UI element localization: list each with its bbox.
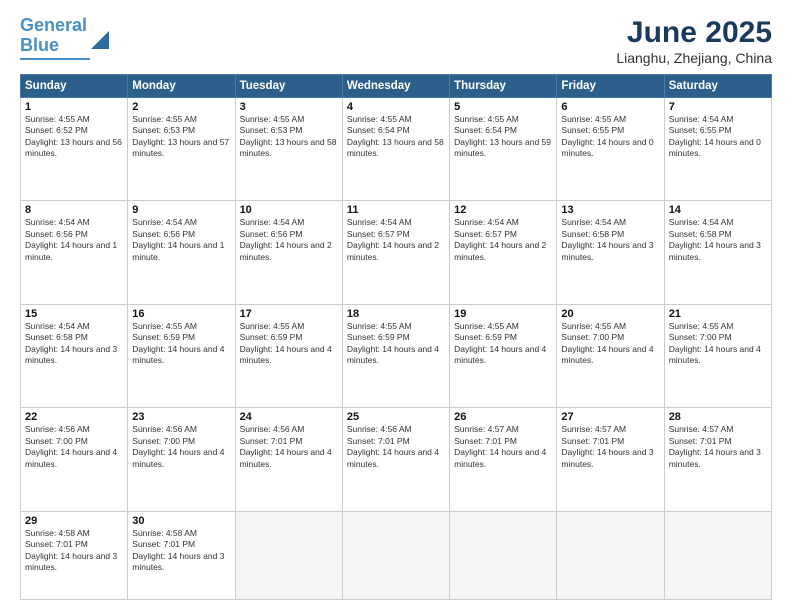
logo-text: General Blue xyxy=(20,16,87,56)
day-9: 9 Sunrise: 4:54 AMSunset: 6:56 PMDayligh… xyxy=(128,201,235,304)
empty-cell-3 xyxy=(450,511,557,599)
day-26: 26 Sunrise: 4:57 AMSunset: 7:01 PMDaylig… xyxy=(450,408,557,511)
month-title: June 2025 xyxy=(616,16,772,50)
header-sunday: Sunday xyxy=(21,75,128,98)
logo-blue: Blue xyxy=(20,35,59,55)
day-25: 25 Sunrise: 4:56 AMSunset: 7:01 PMDaylig… xyxy=(342,408,449,511)
day-17: 17 Sunrise: 4:55 AMSunset: 6:59 PMDaylig… xyxy=(235,304,342,407)
calendar-table: Sunday Monday Tuesday Wednesday Thursday… xyxy=(20,74,772,600)
logo-general: General xyxy=(20,15,87,35)
day-23: 23 Sunrise: 4:56 AMSunset: 7:00 PMDaylig… xyxy=(128,408,235,511)
day-6: 6 Sunrise: 4:55 AMSunset: 6:55 PMDayligh… xyxy=(557,98,664,201)
day-2: 2 Sunrise: 4:55 AMSunset: 6:53 PMDayligh… xyxy=(128,98,235,201)
day-12: 12 Sunrise: 4:54 AMSunset: 6:57 PMDaylig… xyxy=(450,201,557,304)
header-wednesday: Wednesday xyxy=(342,75,449,98)
week-row-3: 15 Sunrise: 4:54 AMSunset: 6:58 PMDaylig… xyxy=(21,304,772,407)
day-20: 20 Sunrise: 4:55 AMSunset: 7:00 PMDaylig… xyxy=(557,304,664,407)
logo-icon xyxy=(91,31,109,49)
empty-cell-1 xyxy=(235,511,342,599)
header-saturday: Saturday xyxy=(664,75,771,98)
empty-cell-2 xyxy=(342,511,449,599)
week-row-2: 8 Sunrise: 4:54 AMSunset: 6:56 PMDayligh… xyxy=(21,201,772,304)
week-row-1: 1 Sunrise: 4:55 AMSunset: 6:52 PMDayligh… xyxy=(21,98,772,201)
day-3: 3 Sunrise: 4:55 AMSunset: 6:53 PMDayligh… xyxy=(235,98,342,201)
weekday-header-row: Sunday Monday Tuesday Wednesday Thursday… xyxy=(21,75,772,98)
day-4: 4 Sunrise: 4:55 AMSunset: 6:54 PMDayligh… xyxy=(342,98,449,201)
day-13: 13 Sunrise: 4:54 AMSunset: 6:58 PMDaylig… xyxy=(557,201,664,304)
day-15: 15 Sunrise: 4:54 AMSunset: 6:58 PMDaylig… xyxy=(21,304,128,407)
header-thursday: Thursday xyxy=(450,75,557,98)
day-30: 30 Sunrise: 4:58 AMSunset: 7:01 PMDaylig… xyxy=(128,511,235,599)
day-8: 8 Sunrise: 4:54 AMSunset: 6:56 PMDayligh… xyxy=(21,201,128,304)
header-friday: Friday xyxy=(557,75,664,98)
day-5: 5 Sunrise: 4:55 AMSunset: 6:54 PMDayligh… xyxy=(450,98,557,201)
day-1: 1 Sunrise: 4:55 AMSunset: 6:52 PMDayligh… xyxy=(21,98,128,201)
day-14: 14 Sunrise: 4:54 AMSunset: 6:58 PMDaylig… xyxy=(664,201,771,304)
day-18: 18 Sunrise: 4:55 AMSunset: 6:59 PMDaylig… xyxy=(342,304,449,407)
logo-line xyxy=(20,58,90,60)
header-monday: Monday xyxy=(128,75,235,98)
day-24: 24 Sunrise: 4:56 AMSunset: 7:01 PMDaylig… xyxy=(235,408,342,511)
title-block: June 2025 Lianghu, Zhejiang, China xyxy=(616,16,772,66)
day-11: 11 Sunrise: 4:54 AMSunset: 6:57 PMDaylig… xyxy=(342,201,449,304)
location-subtitle: Lianghu, Zhejiang, China xyxy=(616,50,772,66)
empty-cell-4 xyxy=(557,511,664,599)
week-row-5: 29 Sunrise: 4:58 AMSunset: 7:01 PMDaylig… xyxy=(21,511,772,599)
page: General Blue June 2025 Lianghu, Zhejiang… xyxy=(0,0,792,612)
day-7: 7 Sunrise: 4:54 AMSunset: 6:55 PMDayligh… xyxy=(664,98,771,201)
logo: General Blue xyxy=(20,16,109,60)
header: General Blue June 2025 Lianghu, Zhejiang… xyxy=(20,16,772,66)
day-27: 27 Sunrise: 4:57 AMSunset: 7:01 PMDaylig… xyxy=(557,408,664,511)
day-10: 10 Sunrise: 4:54 AMSunset: 6:56 PMDaylig… xyxy=(235,201,342,304)
day-28: 28 Sunrise: 4:57 AMSunset: 7:01 PMDaylig… xyxy=(664,408,771,511)
day-21: 21 Sunrise: 4:55 AMSunset: 7:00 PMDaylig… xyxy=(664,304,771,407)
day-16: 16 Sunrise: 4:55 AMSunset: 6:59 PMDaylig… xyxy=(128,304,235,407)
empty-cell-5 xyxy=(664,511,771,599)
week-row-4: 22 Sunrise: 4:56 AMSunset: 7:00 PMDaylig… xyxy=(21,408,772,511)
day-29: 29 Sunrise: 4:58 AMSunset: 7:01 PMDaylig… xyxy=(21,511,128,599)
header-tuesday: Tuesday xyxy=(235,75,342,98)
day-19: 19 Sunrise: 4:55 AMSunset: 6:59 PMDaylig… xyxy=(450,304,557,407)
day-22: 22 Sunrise: 4:56 AMSunset: 7:00 PMDaylig… xyxy=(21,408,128,511)
